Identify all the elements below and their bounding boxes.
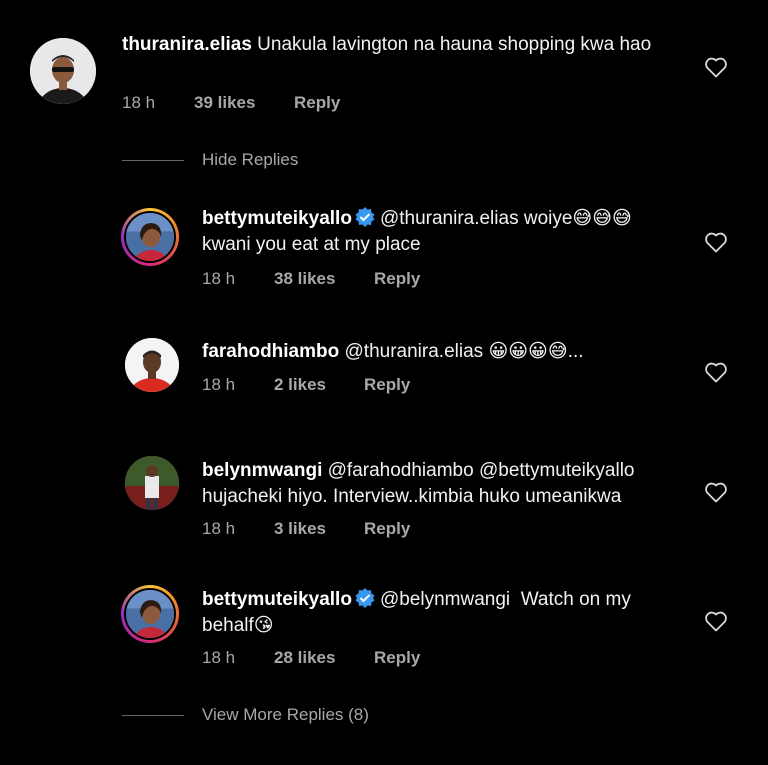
reply-username[interactable]: belynmwangi — [202, 460, 322, 481]
reply-time: 18 h — [202, 375, 236, 394]
reply-username[interactable]: bettymuteikyallo — [202, 208, 352, 229]
heart-icon[interactable] — [704, 56, 728, 78]
reply-likes[interactable]: 3 likes — [274, 519, 364, 539]
reply-body-line2: behalf😘 — [202, 615, 274, 636]
view-more-replies-label: View More Replies (8) — [202, 705, 369, 724]
divider — [122, 714, 184, 716]
comment-time: 18 h — [122, 93, 156, 112]
hide-replies-button[interactable]: Hide Replies — [122, 150, 298, 170]
avatar[interactable] — [125, 456, 179, 510]
reply-username[interactable]: bettymuteikyallo — [202, 589, 352, 610]
heart-icon[interactable] — [704, 361, 728, 383]
hide-replies-label: Hide Replies — [202, 150, 299, 169]
reply-body: 😀😀😀😅... — [488, 341, 584, 362]
reply-button[interactable]: Reply — [364, 519, 410, 539]
reply-button[interactable]: Reply — [364, 375, 410, 395]
verified-badge-icon — [355, 588, 375, 608]
reply-time: 18 h — [202, 269, 236, 288]
reply-meta: 18 h 28 likes Reply — [202, 648, 420, 668]
reply-button[interactable]: Reply — [374, 648, 420, 668]
comment-username[interactable]: thuranira.elias — [122, 34, 252, 55]
reply-meta: 18 h 3 likes Reply — [202, 519, 410, 539]
reply-body: woiye😅😅😅 — [523, 208, 632, 229]
reply-mention[interactable]: @farahodhiambo @bettymuteikyallo — [328, 460, 635, 481]
comment-body: Unakula lavington na hauna shopping kwa … — [257, 34, 652, 55]
avatar[interactable] — [30, 38, 96, 104]
reply-likes[interactable]: 38 likes — [274, 269, 374, 289]
reply-text: bettymuteikyallo @thuranira.elias woiye😅… — [202, 206, 692, 258]
reply-meta: 18 h 38 likes Reply — [202, 269, 420, 289]
profile-photo-man-sunglasses-icon — [30, 38, 96, 104]
heart-icon[interactable] — [704, 231, 728, 253]
reply-body-line2: kwani you eat at my place — [202, 234, 421, 255]
divider — [122, 159, 184, 161]
comment-meta: 18 h 39 likes Reply — [122, 93, 340, 113]
reply-mention[interactable]: @thuranira.elias — [345, 341, 484, 362]
profile-photo-person-outdoors-icon — [125, 456, 179, 510]
reply-button[interactable]: Reply — [294, 93, 340, 113]
view-more-replies-button[interactable]: View More Replies (8) — [122, 705, 369, 725]
reply-button[interactable]: Reply — [374, 269, 420, 289]
heart-icon[interactable] — [704, 610, 728, 632]
comment-text: thuranira.elias Unakula lavington na hau… — [122, 32, 682, 58]
reply-body: Watch on my — [520, 589, 631, 610]
reply-text: belynmwangi @farahodhiambo @bettymuteiky… — [202, 458, 692, 510]
profile-photo-woman-icon — [126, 213, 174, 261]
avatar[interactable] — [125, 338, 179, 392]
reply-meta: 18 h 2 likes Reply — [202, 375, 410, 395]
reply-username[interactable]: farahodhiambo — [202, 341, 339, 362]
avatar[interactable] — [121, 208, 179, 266]
reply-mention[interactable]: @thuranira.elias — [380, 208, 519, 229]
avatar[interactable] — [121, 585, 179, 643]
reply-body: hujacheki hiyo. Interview..kimbia huko u… — [202, 486, 622, 507]
comment-likes[interactable]: 39 likes — [194, 93, 294, 113]
reply-mention[interactable]: @belynmwangi — [380, 589, 510, 610]
reply-time: 18 h — [202, 519, 236, 538]
reply-likes[interactable]: 28 likes — [274, 648, 374, 668]
reply-text: farahodhiambo @thuranira.elias 😀😀😀😅... — [202, 339, 692, 365]
profile-photo-woman-icon — [126, 590, 174, 638]
heart-icon[interactable] — [704, 481, 728, 503]
profile-photo-man-red-shirt-icon — [125, 338, 179, 392]
verified-badge-icon — [355, 207, 375, 227]
reply-likes[interactable]: 2 likes — [274, 375, 364, 395]
reply-text: bettymuteikyallo @belynmwangi Watch on m… — [202, 587, 692, 639]
reply-time: 18 h — [202, 648, 236, 667]
